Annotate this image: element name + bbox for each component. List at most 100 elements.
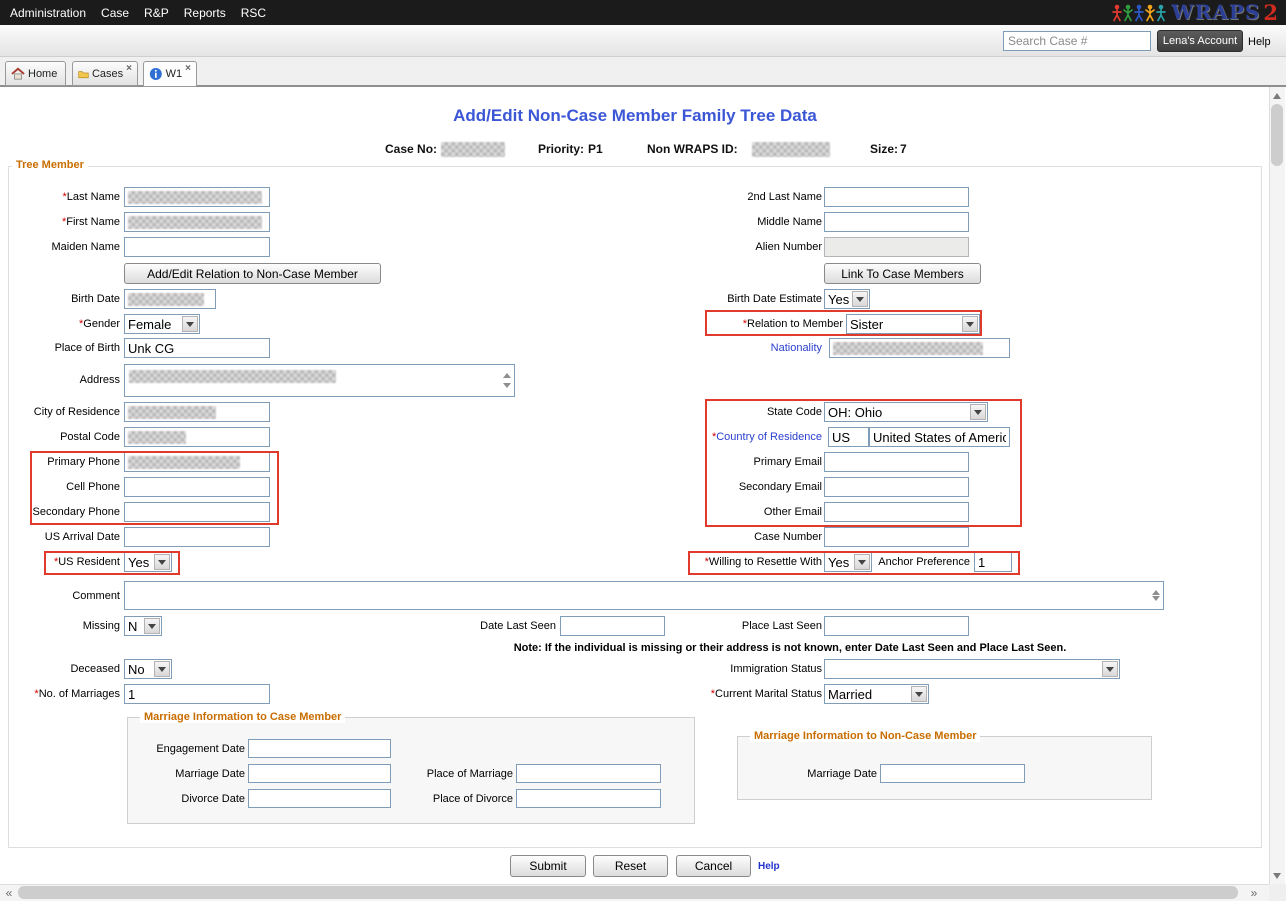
willing-to-resettle-select[interactable]: Yes (824, 552, 872, 572)
primary-email-input[interactable] (824, 452, 969, 472)
secondary-phone-input[interactable] (124, 502, 270, 522)
date-last-seen-input[interactable] (560, 616, 665, 636)
anchor-preference-input[interactable] (974, 552, 1012, 572)
first-name-input[interactable] (124, 212, 270, 232)
textarea-scroll-up-icon[interactable] (503, 369, 511, 378)
maiden-name-input[interactable] (124, 237, 270, 257)
scroll-down-icon[interactable] (1269, 868, 1285, 884)
immigration-status-select[interactable] (824, 659, 1120, 679)
gender-select[interactable]: Female (124, 314, 200, 334)
us-arrival-date-input[interactable] (124, 527, 270, 547)
missing-select[interactable]: N (124, 616, 162, 636)
current-marital-status-label: *Current Marital Status (711, 688, 822, 700)
tree-member-legend: Tree Member (12, 159, 88, 171)
horizontal-scrollbar-thumb[interactable] (18, 886, 1238, 899)
place-of-divorce-input[interactable] (516, 789, 661, 808)
menu-case[interactable]: Case (101, 6, 129, 20)
account-button[interactable]: Lena's Account (1157, 30, 1243, 52)
reset-button[interactable]: Reset (593, 855, 668, 877)
scroll-right-icon[interactable]: » (1246, 884, 1262, 901)
place-of-birth-input[interactable] (124, 338, 270, 358)
case-no-label: Case No: (385, 142, 437, 156)
tab-w1[interactable]: W1 × (143, 61, 197, 87)
address-textarea[interactable] (124, 364, 515, 397)
postal-code-input[interactable] (124, 427, 270, 447)
cell-phone-input[interactable] (124, 477, 270, 497)
comment-textarea[interactable] (124, 581, 1164, 610)
birth-date-estimate-select[interactable]: Yes (824, 289, 870, 309)
cell-phone-label: Cell Phone (66, 481, 120, 493)
close-tab-icon[interactable]: × (126, 64, 132, 74)
no-of-marriages-input[interactable] (124, 684, 270, 704)
tab-home[interactable]: Home (5, 61, 66, 86)
place-of-marriage-input[interactable] (516, 764, 661, 783)
add-edit-relation-button[interactable]: Add/Edit Relation to Non-Case Member (124, 263, 381, 284)
middle-name-label: Middle Name (757, 216, 822, 228)
textarea-scroll-down-icon[interactable] (1152, 596, 1160, 605)
submit-button[interactable]: Submit (510, 855, 586, 877)
menu-rsc[interactable]: RSC (241, 6, 266, 20)
dropdown-arrow-icon (911, 686, 927, 702)
redacted-value (128, 431, 186, 444)
us-resident-select[interactable]: Yes (124, 552, 172, 572)
immigration-status-label: Immigration Status (730, 663, 822, 675)
tab-cases[interactable]: Cases × (72, 61, 138, 86)
redacted-value (128, 191, 262, 204)
textarea-scroll-down-icon[interactable] (503, 383, 511, 392)
nationality-link-label[interactable]: Nationality (771, 342, 822, 354)
city-of-residence-input[interactable] (124, 402, 270, 422)
no-of-marriages-label: *No. of Marriages (34, 688, 120, 700)
second-last-name-input[interactable] (824, 187, 969, 207)
case-number-input[interactable] (824, 527, 969, 547)
engagement-date-input[interactable] (248, 739, 391, 758)
search-case-input[interactable] (1003, 31, 1151, 51)
menu-reports[interactable]: Reports (184, 6, 226, 20)
current-marital-status-select[interactable]: Married (824, 684, 929, 704)
menu-administration[interactable]: Administration (10, 6, 86, 20)
dropdown-arrow-icon (154, 554, 170, 570)
missing-note: Note: If the individual is missing or th… (440, 642, 1140, 654)
home-icon (11, 67, 25, 80)
secondary-email-input[interactable] (824, 477, 969, 497)
deceased-select[interactable]: No (124, 659, 172, 679)
vertical-scrollbar-track[interactable] (1269, 87, 1285, 884)
size-label: Size: (870, 142, 898, 156)
scrollbar-corner (1269, 884, 1286, 901)
divorce-date-input[interactable] (248, 789, 391, 808)
relation-to-member-select[interactable]: Sister (846, 314, 980, 334)
marriage-date-input[interactable] (248, 764, 391, 783)
middle-name-input[interactable] (824, 212, 969, 232)
birth-date-input[interactable] (124, 289, 216, 309)
other-email-label: Other Email (764, 506, 822, 518)
tab-w1-label: W1 (166, 68, 183, 80)
close-tab-icon[interactable]: × (185, 64, 191, 74)
state-code-select[interactable]: OH: Ohio (824, 402, 988, 422)
country-of-residence-link-label[interactable]: *Country of Residence (712, 431, 822, 443)
second-last-name-label: 2nd Last Name (747, 191, 822, 203)
country-name-input[interactable] (869, 427, 1010, 447)
country-code-input[interactable] (828, 427, 869, 447)
place-last-seen-input[interactable] (824, 616, 969, 636)
vertical-scrollbar-thumb[interactable] (1271, 104, 1283, 166)
textarea-scroll-up-icon[interactable] (1152, 586, 1160, 595)
us-arrival-date-label: US Arrival Date (45, 531, 120, 543)
last-name-input[interactable] (124, 187, 270, 207)
help-top-link[interactable]: Help (1248, 36, 1271, 48)
comment-label: Comment (72, 590, 120, 602)
other-email-input[interactable] (824, 502, 969, 522)
engagement-date-label: Engagement Date (156, 743, 245, 755)
cancel-button[interactable]: Cancel (676, 855, 751, 877)
redacted-value (129, 370, 336, 383)
primary-phone-input[interactable] (124, 452, 270, 472)
menu-rp[interactable]: R&P (144, 6, 169, 20)
scroll-up-icon[interactable] (1269, 87, 1285, 103)
scroll-left-icon[interactable]: « (1, 884, 17, 901)
logo-suffix: 2 (1263, 0, 1278, 25)
help-bottom-link[interactable]: Help (758, 861, 780, 872)
priority-label: Priority: (538, 142, 584, 156)
state-code-label: State Code (767, 406, 822, 418)
nc-marriage-date-input[interactable] (880, 764, 1025, 783)
nationality-input[interactable] (829, 338, 1010, 358)
link-to-case-members-button[interactable]: Link To Case Members (824, 263, 981, 284)
tab-cases-label: Cases (92, 68, 123, 80)
